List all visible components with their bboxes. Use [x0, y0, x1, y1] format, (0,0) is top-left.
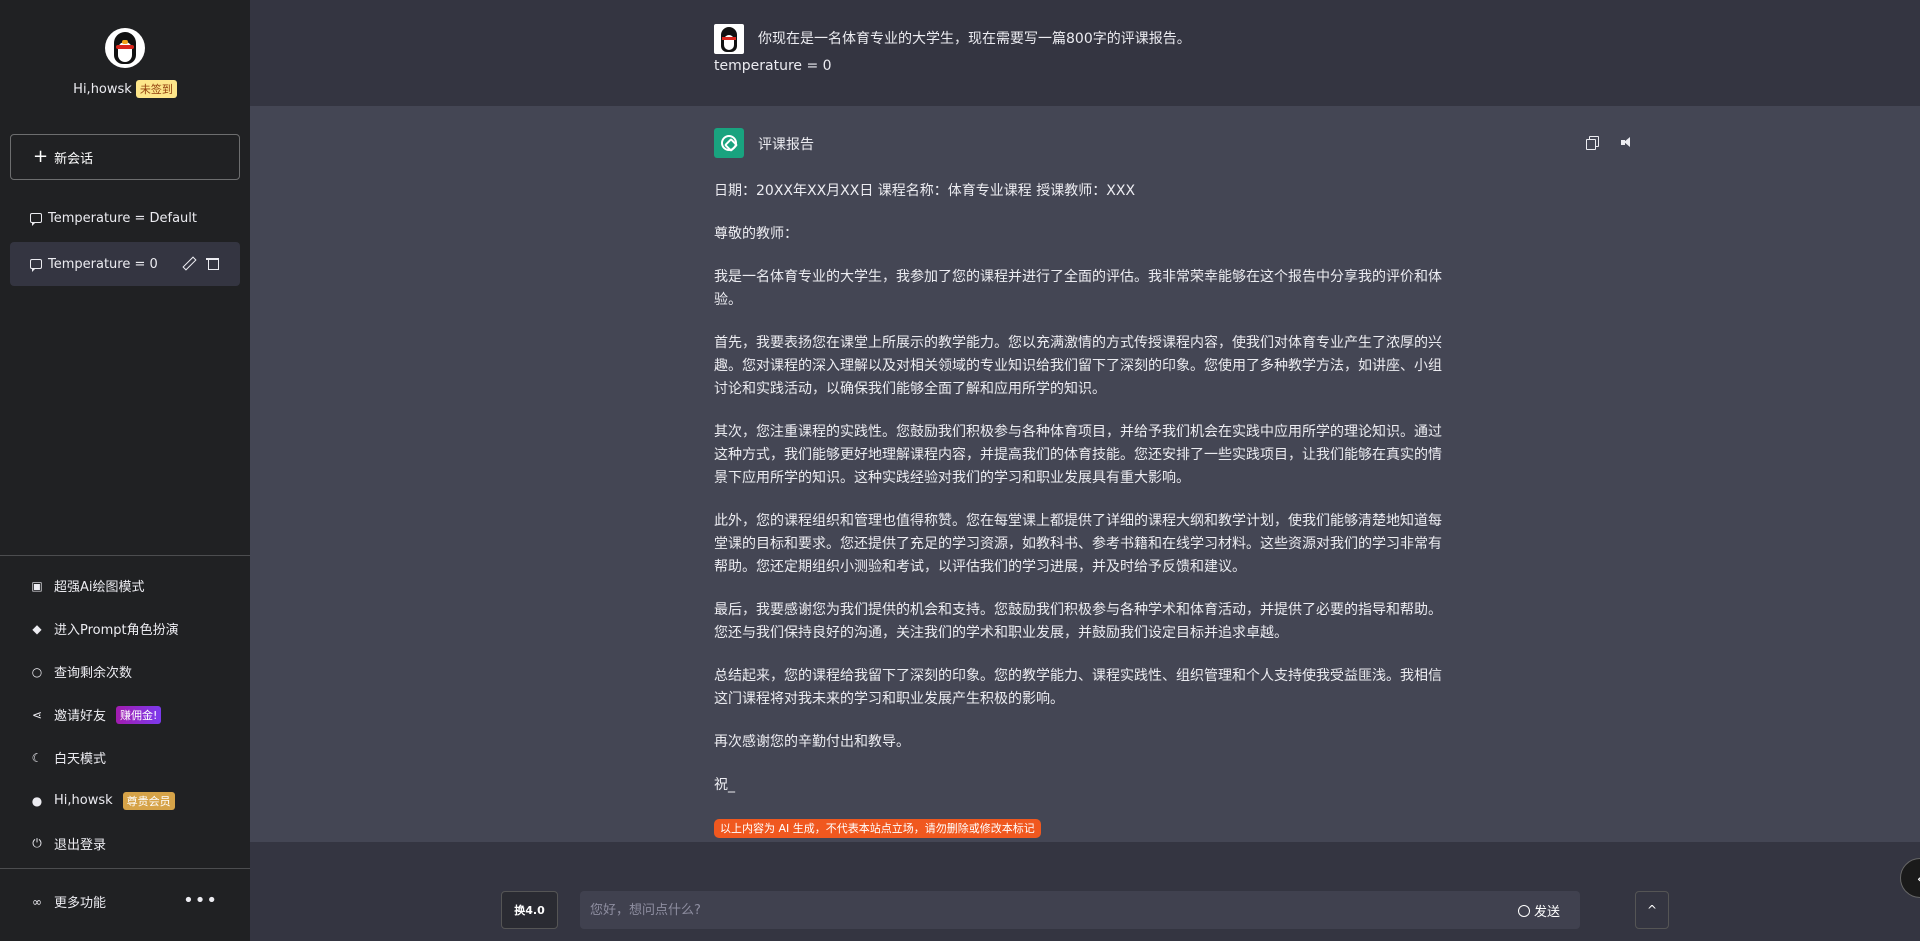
ai-paragraph: 祝_: [714, 777, 735, 793]
ai-paragraph: 首先，我要表扬您在课堂上所展示的教学能力。您以充满激情的方式传授课程内容，使我们…: [714, 335, 1442, 397]
conversation-label: Temperature = 0: [48, 256, 158, 272]
avatar[interactable]: [105, 28, 145, 68]
sidebar-menu: ▣ 超强Ai绘图模式 ◆ 进入Prompt角色扮演 ○ 查询剩余次数 ⋖ 邀请好…: [0, 564, 250, 865]
power-icon: ⏻: [32, 836, 42, 850]
vip-badge: 尊贵会员: [122, 791, 175, 810]
input-bar: 换4.0 发送 ^: [250, 842, 1920, 941]
send-button[interactable]: 发送: [1517, 901, 1560, 920]
chat-main: 你现在是一名体育专业的大学生，现在需要写一篇800字的评课报告。 tempera…: [250, 0, 1920, 941]
message-icon: [30, 213, 42, 226]
send-label: 发送: [1533, 905, 1560, 920]
speaker-icon[interactable]: [1621, 136, 1635, 149]
profile-greeting: Hi,howsk: [73, 81, 132, 97]
profile: Hi,howsk 未签到: [0, 28, 250, 98]
menu-item-day-mode[interactable]: ☾ 白天模式: [0, 736, 250, 779]
conversation-item-active[interactable]: Temperature = 0: [10, 242, 240, 286]
ai-paragraph: 其次，您注重课程的实践性。您鼓励我们积极参与各种体育项目，并给予我们机会在实践中…: [714, 424, 1442, 486]
menu-item-label: 退出登录: [54, 838, 107, 853]
menu-item-query-remaining[interactable]: ○ 查询剩余次数: [0, 650, 250, 693]
copy-icon[interactable]: [1586, 136, 1599, 150]
new-chat-button[interactable]: + 新会话: [10, 134, 240, 180]
menu-item-label: 超强Ai绘图模式: [54, 580, 145, 595]
ai-paragraph: 此外，您的课程组织和管理也值得称赞。您在每堂课上都提供了详细的课程大纲和教学计划…: [714, 513, 1442, 575]
sidebar-divider: [0, 555, 250, 556]
ai-message: 评课报告 日期：20XX年XX月XX日 课程名称：体育专业课程 授课教师：XXX…: [250, 106, 1920, 842]
more-dots-icon[interactable]: •••: [183, 892, 218, 910]
menu-item-ai-drawing[interactable]: ▣ 超强Ai绘图模式: [0, 564, 250, 607]
search-icon: ○: [31, 664, 43, 679]
trash-icon[interactable]: [206, 256, 220, 270]
ai-paragraph: 尊敬的教师：: [714, 226, 798, 242]
chat-input-box: 发送: [580, 891, 1580, 929]
menu-item-invite-friends[interactable]: ⋖ 邀请好友 赚佣金!: [0, 693, 250, 736]
menu-item-label: 进入Prompt角色扮演: [54, 623, 179, 638]
image-icon: ▣: [31, 578, 43, 593]
plus-icon: +: [33, 146, 49, 167]
user-message-text: 你现在是一名体育专业的大学生，现在需要写一篇800字的评课报告。: [758, 31, 1191, 47]
menu-item-label: 白天模式: [54, 752, 107, 767]
commission-badge: 赚佣金!: [116, 705, 162, 724]
sidebar-divider: [0, 868, 250, 869]
chat-input[interactable]: [580, 891, 1480, 929]
conversation-label: Temperature = Default: [48, 210, 198, 226]
edit-icon[interactable]: [182, 256, 196, 270]
more-features-label: 更多功能: [54, 896, 107, 911]
user-avatar: [714, 24, 744, 54]
ai-paragraph: 我是一名体育专业的大学生，我参加了您的课程并进行了全面的评估。我非常荣幸能够在这…: [714, 269, 1442, 308]
share-icon: ⋖: [31, 707, 43, 722]
openai-logo-icon: [714, 128, 744, 158]
menu-item-label: Hi,howsk: [54, 793, 113, 808]
menu-item-prompt-roleplay[interactable]: ◆ 进入Prompt角色扮演: [0, 607, 250, 650]
send-icon: [1517, 904, 1530, 917]
ai-paragraph: 最后，我要感谢您为我们提供的机会和支持。您鼓励我们积极参与各种学术和体育活动，并…: [714, 602, 1442, 641]
ai-message-tools: [1586, 136, 1635, 150]
moon-icon: ☾: [31, 750, 43, 765]
ai-paragraph: 再次感谢您的辛勤付出和教导。: [714, 734, 910, 750]
conversation-item[interactable]: Temperature = Default: [10, 196, 240, 240]
checkin-badge[interactable]: 未签到: [135, 80, 177, 98]
user-icon: ●: [31, 793, 43, 808]
conversation-list: Temperature = Default Temperature = 0: [10, 196, 240, 288]
ai-generated-notice: 以上内容为 AI 生成，不代表本站点立场，请勿删除或修改本标记: [714, 819, 1041, 838]
ai-paragraph: 日期：20XX年XX月XX日 课程名称：体育专业课程 授课教师：XXX: [714, 183, 1136, 199]
user-message: 你现在是一名体育专业的大学生，现在需要写一篇800字的评课报告。 tempera…: [250, 0, 1920, 106]
message-icon: [30, 259, 42, 272]
scroll-up-button[interactable]: ^: [1635, 891, 1669, 929]
new-chat-label: 新会话: [54, 151, 94, 167]
profile-greeting-line: Hi,howsk 未签到: [0, 80, 250, 98]
menu-item-user[interactable]: ● Hi,howsk 尊贵会员: [0, 779, 250, 822]
conversation-actions: [182, 256, 220, 270]
ai-paragraph: 总结起来，您的课程给我留下了深刻的印象。您的教学能力、课程实践性、组织管理和个人…: [714, 668, 1442, 707]
switch-model-button[interactable]: 换4.0: [501, 891, 558, 929]
more-features-button[interactable]: ∞ 更多功能 •••: [0, 880, 250, 923]
sidebar: Hi,howsk 未签到 + 新会话 Temperature = Default…: [0, 0, 250, 941]
link-icon: ∞: [32, 894, 42, 909]
user-message-text: temperature = 0: [714, 58, 832, 74]
menu-item-label: 邀请好友: [54, 709, 107, 724]
ai-message-title: 评课报告: [758, 137, 814, 153]
ai-message-body: 日期：20XX年XX月XX日 课程名称：体育专业课程 授课教师：XXX 尊敬的教…: [714, 180, 1454, 840]
graduation-cap-icon: ◆: [32, 621, 42, 636]
menu-item-label: 查询剩余次数: [54, 666, 133, 681]
menu-item-logout[interactable]: ⏻ 退出登录: [0, 822, 250, 865]
